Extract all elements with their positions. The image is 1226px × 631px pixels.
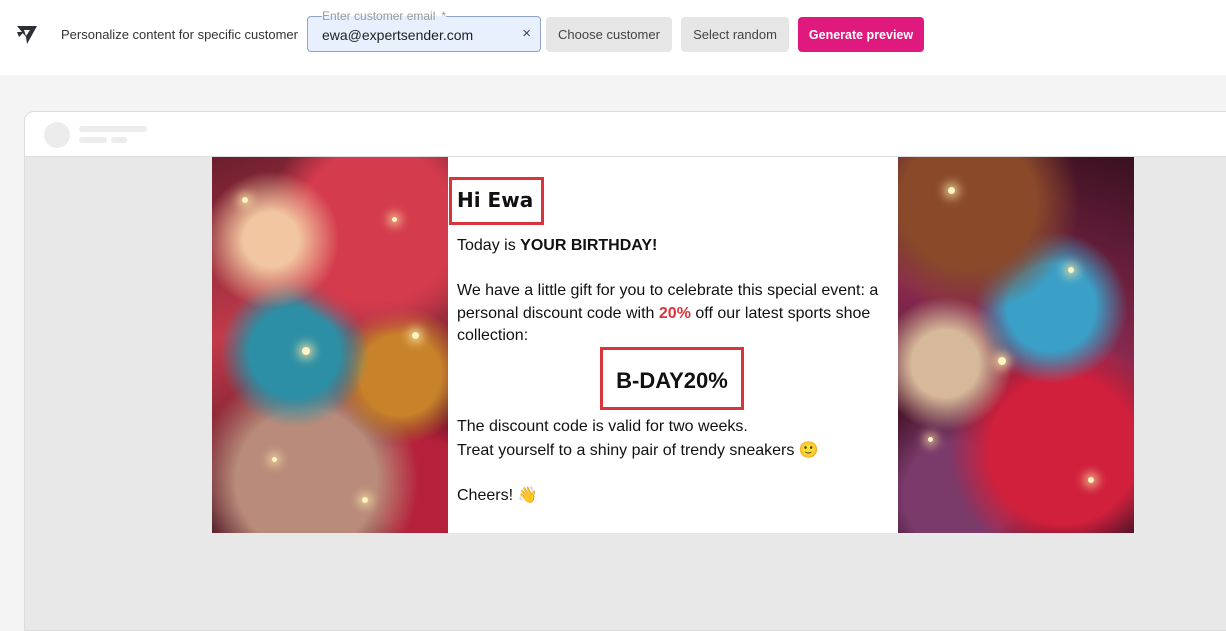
sparkle bbox=[412, 332, 419, 339]
balloons-image-left bbox=[212, 157, 448, 533]
sparkle bbox=[928, 437, 933, 442]
select-random-button[interactable]: Select random bbox=[681, 17, 789, 52]
skeleton-line bbox=[79, 137, 107, 143]
generate-preview-button[interactable]: Generate preview bbox=[798, 17, 924, 52]
discount-percent: 20% bbox=[658, 304, 691, 322]
greeting-heading: Hi Ewa bbox=[457, 188, 534, 212]
closing-line: Cheers! 👋 bbox=[457, 485, 538, 504]
smile-emoji-icon: 🙂 bbox=[798, 439, 819, 459]
skeleton-line bbox=[79, 126, 147, 132]
expertsender-logo-icon[interactable] bbox=[15, 23, 39, 47]
sparkle bbox=[272, 457, 277, 462]
validity-paragraph: The discount code is valid for two weeks… bbox=[457, 418, 819, 459]
discount-code: B-DAY20% bbox=[616, 368, 728, 393]
sparkle bbox=[302, 347, 310, 355]
top-toolbar: Personalize content for specific custome… bbox=[0, 0, 1226, 75]
choose-customer-button[interactable]: Choose customer bbox=[546, 17, 672, 52]
email-content: Hi Ewa Today is YOUR BIRTHDAY! We have a… bbox=[448, 157, 898, 533]
preview-header-skeleton bbox=[25, 112, 1226, 157]
sparkle bbox=[948, 187, 955, 194]
sparkle bbox=[392, 217, 397, 222]
email-field-label: Enter customer email * bbox=[322, 9, 447, 23]
customer-email-field[interactable]: Enter customer email * ewa@expertsender.c… bbox=[307, 9, 541, 52]
sparkle bbox=[362, 497, 368, 503]
birthday-line: Today is YOUR BIRTHDAY! bbox=[457, 237, 658, 254]
sparkle bbox=[998, 357, 1006, 365]
email-input-value[interactable]: ewa@expertsender.com bbox=[322, 27, 473, 43]
sparkle bbox=[242, 197, 248, 203]
gift-paragraph: We have a little gift for you to celebra… bbox=[457, 282, 879, 344]
skeleton-line bbox=[111, 137, 127, 143]
page-tagline: Personalize content for specific custome… bbox=[61, 27, 298, 42]
wave-emoji-icon: 👋 bbox=[517, 485, 538, 504]
balloons-image-right bbox=[898, 157, 1134, 533]
sparkle bbox=[1088, 477, 1094, 483]
email-body: Hi Ewa Today is YOUR BIRTHDAY! We have a… bbox=[212, 157, 1134, 533]
clear-icon[interactable]: × bbox=[522, 26, 531, 42]
skeleton-avatar bbox=[44, 122, 70, 148]
sparkle bbox=[1068, 267, 1074, 273]
